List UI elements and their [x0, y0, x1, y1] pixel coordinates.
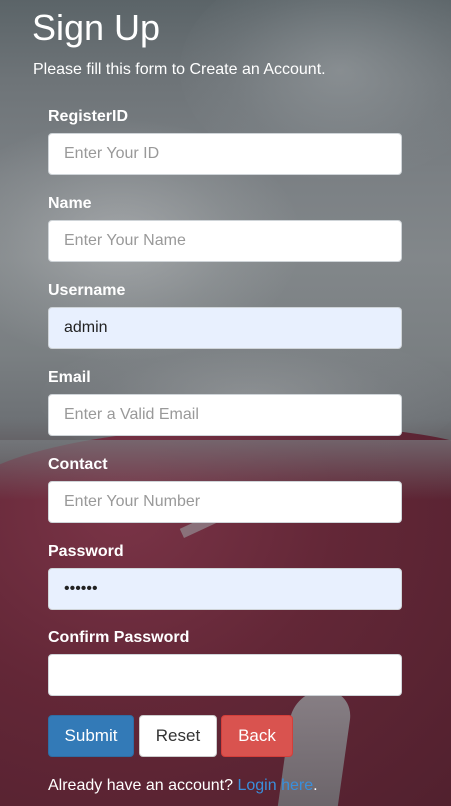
reset-button[interactable]: Reset [139, 715, 217, 757]
username-label: Username [48, 282, 126, 299]
contact-group: Contact [48, 455, 402, 523]
signup-form-container: Sign Up Please fill this form to Create … [0, 0, 451, 806]
email-group: Email [48, 368, 402, 436]
confirm-password-label: Confirm Password [48, 629, 190, 646]
name-input[interactable] [48, 220, 402, 262]
login-prompt: Already have an account? Login here. [48, 776, 318, 796]
login-prompt-suffix: . [313, 777, 318, 794]
username-group: Username [48, 281, 402, 349]
contact-input[interactable] [48, 481, 402, 523]
registerid-label: RegisterID [48, 108, 129, 125]
submit-button[interactable]: Submit [48, 715, 134, 757]
registerid-input[interactable] [48, 133, 402, 175]
login-link[interactable]: Login here [237, 777, 313, 794]
contact-label: Contact [48, 456, 108, 473]
page-title: Sign Up [32, 7, 161, 48]
password-input[interactable] [48, 568, 402, 610]
login-prompt-text: Already have an account? [48, 777, 234, 794]
name-group: Name [48, 194, 402, 262]
confirm-password-input[interactable] [48, 654, 402, 696]
page-subtitle: Please fill this form to Create an Accou… [33, 61, 326, 78]
password-group: Password [48, 542, 402, 610]
back-button[interactable]: Back [221, 715, 293, 757]
email-input[interactable] [48, 394, 402, 436]
username-input[interactable] [48, 307, 402, 349]
registerid-group: RegisterID [48, 107, 402, 175]
name-label: Name [48, 195, 92, 212]
confirm-password-group: Confirm Password [48, 628, 402, 696]
password-label: Password [48, 543, 124, 560]
email-label: Email [48, 369, 91, 386]
